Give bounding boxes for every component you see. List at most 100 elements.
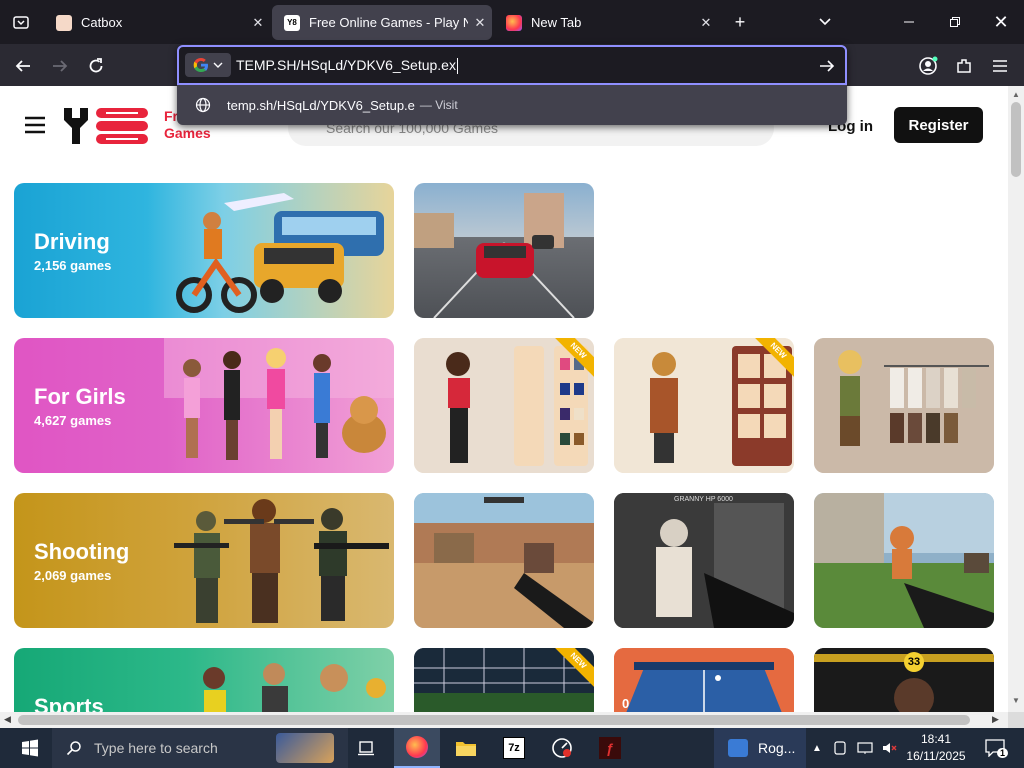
device-icon[interactable] bbox=[830, 728, 850, 768]
category-card-sports[interactable]: Sports bbox=[14, 648, 394, 712]
chevron-down-icon[interactable] bbox=[812, 9, 838, 35]
scroll-left-icon[interactable]: ◀ bbox=[4, 714, 11, 725]
tab-free-online-games[interactable]: Y8 Free Online Games - Play Now ✕ bbox=[272, 5, 492, 40]
category-count: 4,627 games bbox=[34, 413, 112, 428]
score-label: 0 bbox=[622, 696, 630, 711]
tab-title: New Tab bbox=[531, 15, 582, 30]
girls-art-icon bbox=[164, 338, 394, 460]
catbox-favicon-icon bbox=[56, 14, 72, 31]
table-tennis-art-icon bbox=[614, 648, 794, 712]
fps-garden-art-icon bbox=[814, 493, 994, 628]
scroll-down-icon[interactable]: ▼ bbox=[1012, 696, 1020, 705]
start-button-icon[interactable] bbox=[8, 728, 52, 768]
game-thumb-driving[interactable] bbox=[414, 183, 594, 318]
game-thumb-dressup-3[interactable] bbox=[814, 338, 994, 473]
dressup-art-icon bbox=[814, 338, 994, 473]
extensions-icon[interactable] bbox=[951, 53, 977, 79]
roblox-taskbar-item[interactable]: Rog... bbox=[714, 728, 806, 768]
chevron-down-icon bbox=[213, 62, 223, 68]
register-button[interactable]: Register bbox=[894, 107, 983, 143]
back-arrow-icon[interactable] bbox=[10, 53, 36, 79]
hscroll-thumb[interactable] bbox=[18, 715, 970, 725]
tab-title: Free Online Games - Play Now bbox=[309, 15, 468, 30]
firefox-taskbar-icon[interactable] bbox=[394, 728, 440, 768]
reload-icon[interactable] bbox=[83, 53, 109, 79]
y8-logo-icon bbox=[64, 108, 148, 144]
task-view-icon[interactable] bbox=[348, 728, 384, 768]
file-explorer-icon[interactable] bbox=[444, 728, 488, 768]
url-input[interactable]: TEMP.SH/HSqLd/YDKV6_Setup.ex bbox=[236, 57, 458, 75]
category-name: Driving bbox=[34, 229, 110, 254]
suggestion-url: temp.sh/HSqLd/YDKV6_Setup.e bbox=[227, 97, 415, 113]
category-card-for-girls[interactable]: For Girls 4,627 games bbox=[14, 338, 394, 473]
dressup-art-icon bbox=[414, 338, 594, 473]
site-logo[interactable] bbox=[62, 106, 152, 146]
scroll-thumb[interactable] bbox=[1011, 102, 1021, 177]
scroll-right-icon[interactable]: ▶ bbox=[992, 714, 999, 725]
url-suggestion-row[interactable]: temp.sh/HSqLd/YDKV6_Setup.e — Visit bbox=[177, 85, 847, 125]
app-taskbar-icon[interactable] bbox=[540, 728, 584, 768]
minimize-icon[interactable] bbox=[896, 9, 922, 35]
account-icon[interactable] bbox=[915, 53, 941, 79]
taskbar-search-box[interactable]: Type here to search bbox=[52, 728, 348, 768]
close-window-icon[interactable]: ✕ bbox=[988, 9, 1014, 35]
game-thumb-sports-1[interactable]: NEW bbox=[414, 648, 594, 712]
horizontal-scrollbar[interactable]: ◀ ▶ bbox=[0, 712, 1008, 728]
category-name: Sports bbox=[34, 694, 104, 712]
network-icon[interactable] bbox=[854, 728, 876, 768]
close-tab-icon[interactable]: ✕ bbox=[694, 15, 718, 31]
clock-date: 16/11/2025 bbox=[906, 749, 966, 763]
search-highlight-icon bbox=[276, 733, 334, 763]
category-count: 2,069 games bbox=[34, 568, 112, 583]
text-cursor bbox=[456, 58, 458, 75]
game-thumb-dressup-2[interactable]: NEW bbox=[614, 338, 794, 473]
restore-icon[interactable] bbox=[942, 9, 968, 35]
notifications-icon[interactable]: 1 bbox=[978, 728, 1012, 768]
logo-subtext: Games bbox=[164, 125, 211, 141]
taskbar-search-placeholder: Type here to search bbox=[94, 740, 218, 756]
go-arrow-icon[interactable] bbox=[817, 56, 837, 76]
game-thumb-dressup-1[interactable]: NEW bbox=[414, 338, 594, 473]
fps-desert-art-icon bbox=[414, 493, 594, 628]
player-number-badge: 33 bbox=[904, 652, 924, 672]
game-thumb-sports-3[interactable]: 33 bbox=[814, 648, 994, 712]
game-thumb-shooting-3[interactable] bbox=[814, 493, 994, 628]
vertical-scrollbar[interactable]: ▲ ▼ bbox=[1008, 86, 1024, 712]
volume-muted-icon[interactable] bbox=[878, 728, 900, 768]
7zip-icon[interactable]: 7z bbox=[492, 728, 536, 768]
game-thumb-shooting-1[interactable] bbox=[414, 493, 594, 628]
app-menu-icon[interactable] bbox=[987, 53, 1013, 79]
tab-new-tab[interactable]: New Tab ✕ bbox=[494, 5, 718, 40]
tab-bar: Catbox ✕ Y8 Free Online Games - Play Now… bbox=[0, 0, 1024, 44]
sports-art-icon bbox=[203, 663, 386, 712]
globe-icon bbox=[195, 97, 211, 113]
page-content: Fr Games Search our 100,000 Games Log in… bbox=[0, 86, 1008, 712]
site-favicon-icon: Y8 bbox=[284, 14, 300, 31]
tab-title: Catbox bbox=[81, 15, 123, 30]
category-card-shooting[interactable]: Shooting 2,069 games bbox=[14, 493, 394, 628]
close-tab-icon[interactable]: ✕ bbox=[246, 15, 270, 31]
shooting-art-icon bbox=[174, 499, 389, 623]
scroll-up-icon[interactable]: ▲ bbox=[1012, 90, 1020, 99]
tab-list-icon[interactable] bbox=[8, 9, 34, 35]
notification-count: 1 bbox=[996, 748, 1008, 758]
taskbar: Type here to search 7z ƒ Rog... ▲ 18:41 … bbox=[0, 728, 1024, 768]
game-thumb-shooting-2[interactable]: GRANNY HP 6000 bbox=[614, 493, 794, 628]
url-dropdown: TEMP.SH/HSqLd/YDKV6_Setup.ex temp.sh/HSq… bbox=[177, 45, 847, 125]
forward-arrow-icon[interactable] bbox=[47, 53, 73, 79]
search-icon bbox=[66, 741, 81, 756]
game-thumb-sports-2[interactable]: 0 bbox=[614, 648, 794, 712]
url-bar[interactable]: TEMP.SH/HSqLd/YDKV6_Setup.ex bbox=[177, 45, 847, 85]
flash-app-icon[interactable]: ƒ bbox=[588, 728, 632, 768]
close-tab-icon[interactable]: ✕ bbox=[468, 15, 492, 31]
clock[interactable]: 18:41 16/11/2025 bbox=[906, 731, 966, 765]
category-count: 2,156 games bbox=[34, 258, 112, 273]
category-card-driving[interactable]: Driving 2,156 games bbox=[14, 183, 394, 318]
firefox-favicon-icon bbox=[506, 14, 522, 31]
new-tab-icon[interactable]: + bbox=[727, 9, 753, 35]
tab-catbox[interactable]: Catbox ✕ bbox=[44, 5, 270, 40]
search-engine-button[interactable] bbox=[185, 53, 231, 77]
hamburger-menu-icon[interactable] bbox=[24, 116, 46, 134]
app-window-icon bbox=[728, 739, 748, 757]
show-hidden-icons-icon[interactable]: ▲ bbox=[808, 728, 826, 768]
